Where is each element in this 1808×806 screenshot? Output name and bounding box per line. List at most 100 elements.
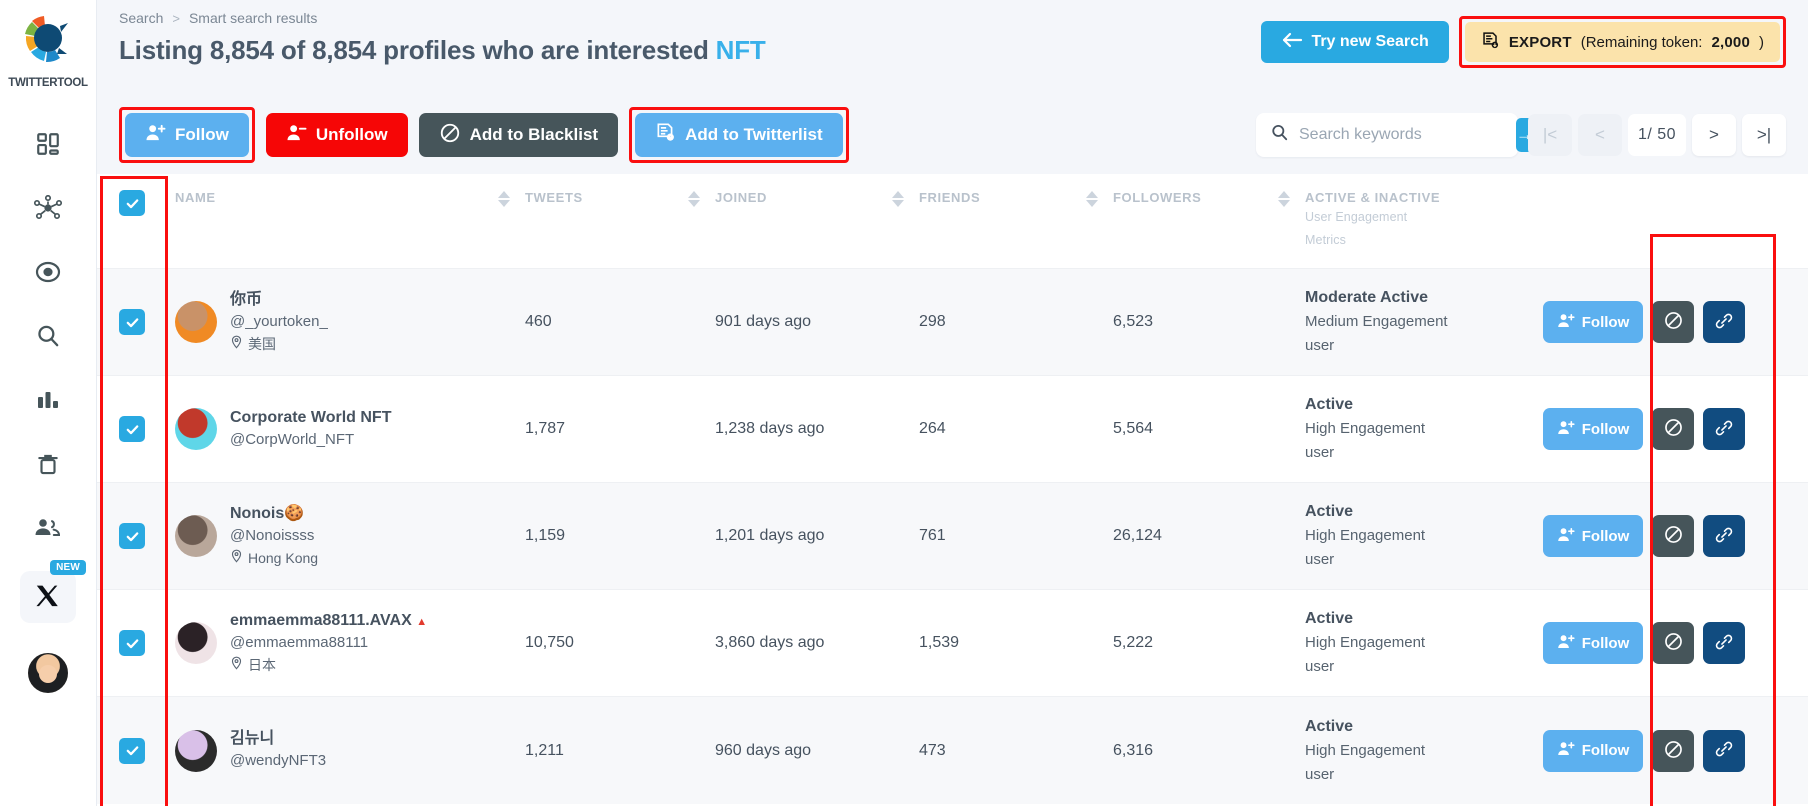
avatar <box>175 301 217 344</box>
search-box[interactable]: → <box>1256 113 1533 157</box>
header-friends[interactable]: FRIENDS <box>919 174 1071 269</box>
main-content: Search > Smart search results Listing 8,… <box>97 0 1808 806</box>
network-icon <box>33 195 63 221</box>
page-prev-button[interactable]: < <box>1578 114 1622 156</box>
row-link-button[interactable] <box>1703 408 1745 451</box>
sidebar-item-network[interactable] <box>21 187 75 229</box>
row-link-button[interactable] <box>1703 729 1745 772</box>
row-profile-cell: 你币 @_yourtoken_ 美国 <box>175 268 525 376</box>
sidebar-item-search[interactable] <box>21 315 75 357</box>
header-joined[interactable]: JOINED <box>715 174 877 269</box>
user-avatar[interactable] <box>28 653 68 693</box>
row-checkbox[interactable] <box>119 416 145 443</box>
block-icon <box>1663 524 1684 548</box>
sidebar-item-x-platform[interactable]: NEW <box>20 560 86 623</box>
table-row[interactable]: 你币 @_yourtoken_ 美国 460 901 days ago 298 … <box>97 268 1808 376</box>
user-plus-icon <box>1557 740 1575 761</box>
user-plus-icon <box>1557 633 1575 654</box>
row-follow-button[interactable]: Follow <box>1543 408 1643 451</box>
row-actions: Follow <box>1543 622 1808 665</box>
row-block-button[interactable] <box>1652 622 1694 665</box>
export-token-prefix: (Remaining token: <box>1580 33 1703 51</box>
row-link-button[interactable] <box>1703 622 1745 665</box>
row-follow-button[interactable]: Follow <box>1543 301 1643 344</box>
sidebar-item-dashboard[interactable] <box>21 123 75 165</box>
row-checkbox[interactable] <box>119 630 145 657</box>
header-name[interactable]: NAME <box>175 174 483 269</box>
sidebar-item-analytics[interactable] <box>21 379 75 421</box>
header-friends-sorter[interactable] <box>1071 174 1113 269</box>
row-checkbox[interactable] <box>119 523 145 550</box>
brand-logo[interactable]: TWITTERTOOL <box>8 10 88 89</box>
add-to-blacklist-button[interactable]: Add to Blacklist <box>418 113 619 157</box>
row-follow-label: Follow <box>1581 634 1630 652</box>
table-row[interactable]: emmaemma88111.AVAX ▲ @emmaemma88111 日本 1… <box>97 589 1808 697</box>
table-row[interactable]: Corporate World NFT @CorpWorld_NFT 1,787… <box>97 375 1808 483</box>
profile-location-label: Hong Kong <box>248 550 319 567</box>
breadcrumb-smart-search-results[interactable]: Smart search results <box>189 10 317 26</box>
table-row[interactable]: 김뉴니 @wendyNFT3 1,211 960 days ago 473 6,… <box>97 696 1808 804</box>
row-tweets-cell: 460 <box>525 268 715 376</box>
select-all-checkbox[interactable] <box>119 190 145 216</box>
profile[interactable]: 김뉴니 @wendyNFT3 <box>175 728 525 772</box>
profile[interactable]: 你币 @_yourtoken_ 美国 <box>175 289 525 355</box>
row-checkbox[interactable] <box>119 309 145 336</box>
row-follow-label: Follow <box>1581 313 1630 331</box>
sort-arrows-icon[interactable] <box>877 190 919 207</box>
avatar <box>175 729 217 772</box>
header-joined-sorter[interactable] <box>877 174 919 269</box>
profile[interactable]: emmaemma88111.AVAX ▲ @emmaemma88111 日本 <box>175 610 525 676</box>
breadcrumb-search[interactable]: Search <box>119 10 163 26</box>
bulk-unfollow-button[interactable]: Unfollow <box>265 113 408 157</box>
header-tweets-sorter[interactable] <box>673 174 715 269</box>
profile-name-label: Corporate World NFT <box>230 409 392 427</box>
row-block-button[interactable] <box>1652 515 1694 558</box>
link-icon <box>1714 418 1734 441</box>
export-button[interactable]: EXPORT (Remaining token: 2,000) <box>1464 22 1780 62</box>
profile[interactable]: Corporate World NFT @CorpWorld_NFT <box>175 407 525 451</box>
search-input[interactable] <box>1299 126 1506 144</box>
row-link-button[interactable] <box>1703 515 1745 558</box>
row-block-button[interactable] <box>1652 729 1694 772</box>
page-indicator[interactable]: 1/ 50 <box>1628 114 1686 156</box>
table-header-row: NAME TWEETS JOINED FRIENDS FOLLOWERS ACT… <box>97 174 1808 269</box>
profile-handle: @_yourtoken_ <box>230 312 328 330</box>
row-block-button[interactable] <box>1652 408 1694 451</box>
add-to-twitterlist-button[interactable]: Add to Twitterlist <box>635 113 843 157</box>
profile-name: 김뉴니 <box>230 728 326 750</box>
sort-arrows-icon[interactable] <box>1263 190 1305 207</box>
follow-highlight-annotation: Follow <box>119 107 255 163</box>
header-followers[interactable]: FOLLOWERS <box>1113 174 1263 269</box>
page-first-button[interactable]: |< <box>1528 114 1572 156</box>
sidebar-item-audience[interactable] <box>21 507 75 549</box>
row-follow-button[interactable]: Follow <box>1543 515 1643 558</box>
header-tweets[interactable]: TWEETS <box>525 174 673 269</box>
activity-status: Active <box>1305 717 1354 735</box>
row-friends-cell: 264 <box>919 375 1113 483</box>
row-followers-cell: 6,316 <box>1113 696 1305 804</box>
table-row[interactable]: Nonois🍪 @Nonoissss Hong Kong 1,159 1,201… <box>97 482 1808 590</box>
header-name-sorter[interactable] <box>483 174 525 269</box>
user-plus-icon <box>1557 312 1575 333</box>
try-new-search-button[interactable]: Try new Search <box>1261 21 1449 63</box>
sort-arrows-icon[interactable] <box>483 190 525 207</box>
profile[interactable]: Nonois🍪 @Nonoissss Hong Kong <box>175 503 525 569</box>
row-checkbox[interactable] <box>119 737 145 764</box>
bulk-follow-button[interactable]: Follow <box>125 113 249 157</box>
row-block-button[interactable] <box>1652 301 1694 344</box>
row-follow-button[interactable]: Follow <box>1543 622 1643 665</box>
sort-arrows-icon[interactable] <box>1071 190 1113 207</box>
toolbar-right: → |< < 1/ 50 > >| <box>1256 113 1786 157</box>
page-last-button[interactable]: >| <box>1742 114 1786 156</box>
page-next-button[interactable]: > <box>1692 114 1736 156</box>
row-follow-button[interactable]: Follow <box>1543 729 1643 772</box>
header-activity: ACTIVE & INACTIVE User Engagement Metric… <box>1305 174 1543 269</box>
search-icon <box>35 323 61 349</box>
export-highlight-annotation: EXPORT (Remaining token: 2,000) <box>1458 16 1786 68</box>
user-plus-icon <box>145 123 166 147</box>
header-followers-sorter[interactable] <box>1263 174 1305 269</box>
row-link-button[interactable] <box>1703 301 1745 344</box>
sidebar-item-target[interactable] <box>21 251 75 293</box>
sort-arrows-icon[interactable] <box>673 190 715 207</box>
sidebar-item-trash[interactable] <box>21 443 75 485</box>
